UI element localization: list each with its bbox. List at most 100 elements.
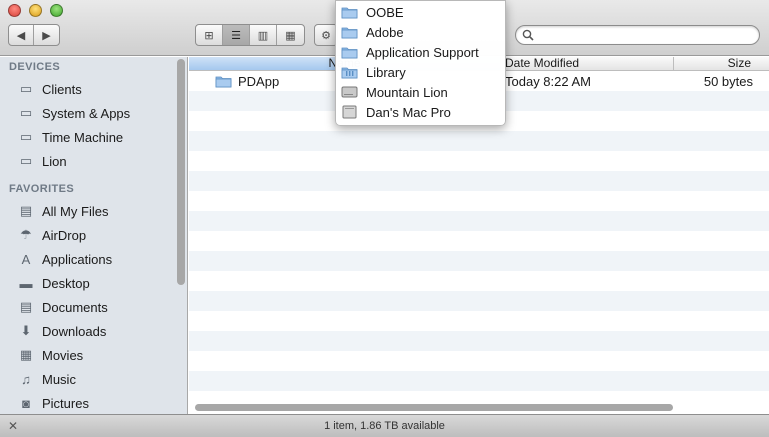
file-name: PDApp [238,73,280,89]
sidebar-item-applications[interactable]: A Applications [0,247,187,271]
folder-icon [215,76,232,88]
path-menu-item-label: Library [366,64,406,80]
sidebar-item-label: Documents [42,299,108,315]
back-arrow-icon: ◀ [16,29,26,42]
search-input[interactable] [538,28,748,42]
sidebar-item-all-my-files[interactable]: ▤ All My Files [0,199,187,223]
coverflow-view-button[interactable]: ▦ [277,25,304,45]
path-bar-toggle-icon[interactable]: ✕ [8,419,18,433]
minimize-window-button[interactable] [29,4,42,17]
desktop-icon: ▬ [19,275,33,291]
action-button[interactable]: ⚙ [315,25,337,45]
date-modified-column-header[interactable]: Date Modified [501,57,674,70]
sidebar-item-desktop[interactable]: ▬ Desktop [0,271,187,295]
sidebar-item-documents[interactable]: ▤ Documents [0,295,187,319]
close-window-button[interactable] [8,4,21,17]
library-folder-icon [341,67,358,79]
path-menu-item[interactable]: Library [336,62,505,82]
sidebar-item-system-apps[interactable]: ▭ System & Apps [0,101,187,125]
empty-row [189,271,769,291]
list-view-button[interactable]: ☰ [223,25,250,45]
downloads-icon: ⬇ [20,323,32,338]
search-field[interactable] [515,25,760,45]
sidebar-item-label: Movies [42,347,84,363]
path-popup-menu: OOBE Adobe Application Support Library Mount… [335,0,506,126]
folder-icon [341,47,358,59]
coverflow-view-icon: ▦ [285,29,296,42]
forward-arrow-icon: ▶ [42,29,51,42]
hdd-icon [341,86,358,98]
path-menu-item-label: Adobe [366,24,404,40]
sidebar-item-label: Clients [42,81,82,97]
sidebar-item-pictures[interactable]: ◙ Pictures [0,391,187,414]
movies-icon: ▦ [19,347,33,362]
path-menu-item[interactable]: OOBE [336,2,505,22]
size-cell: 50 bytes [703,73,753,89]
zoom-window-button[interactable] [50,4,63,17]
icon-view-icon: ⊞ [204,29,214,42]
horizontal-scrollbar[interactable] [195,404,673,411]
empty-row [189,291,769,311]
path-menu-item-label: OOBE [366,4,404,20]
sidebar-item-lion[interactable]: ▭ Lion [0,149,187,173]
empty-row [189,171,769,191]
devices-heading: DEVICES [9,61,61,73]
list-view-icon: ☰ [231,29,241,42]
sidebar-item-movies[interactable]: ▦ Movies [0,343,187,367]
empty-row [189,191,769,211]
icon-view-button[interactable]: ⊞ [196,25,223,45]
path-menu-item-label: Mountain Lion [366,84,448,100]
column-view-icon: ▥ [257,29,269,42]
sidebar-item-label: Pictures [42,395,89,411]
sidebar-item-airdrop[interactable]: ☂ AirDrop [0,223,187,247]
airdrop-icon: ☂ [20,227,32,242]
computer-icon [342,105,357,119]
sidebar-item-label: System & Apps [42,105,131,121]
status-text: 1 item, 1.86 TB available [324,420,445,432]
sidebar-item-label: Desktop [42,275,90,291]
date-modified-cell: Today 8:22 AM [505,73,591,89]
back-button[interactable]: ◀ [9,25,34,45]
empty-row [189,331,769,351]
empty-row [189,351,769,371]
folder-icon [341,27,358,39]
path-menu-item[interactable]: Mountain Lion [336,82,505,102]
sidebar-item-time-machine[interactable]: ▭ Time Machine [0,125,187,149]
pictures-icon: ◙ [22,395,30,411]
search-icon [522,29,534,41]
empty-row [189,371,769,391]
documents-icon: ▤ [19,299,33,314]
sidebar-item-label: Music [42,371,76,387]
path-menu-item[interactable]: Dan's Mac Pro [336,102,505,122]
window-controls [8,4,63,17]
empty-row [189,151,769,171]
size-column-header[interactable]: Size [674,57,769,70]
empty-row [189,311,769,331]
forward-button[interactable]: ▶ [34,25,59,45]
sidebar-item-clients[interactable]: ▭ Clients [0,77,187,101]
empty-row [189,211,769,231]
sidebar-scrollbar[interactable] [177,59,185,285]
sidebar: DEVICES ▭ Clients ▭ System & Apps ▭ Time Mach… [0,57,188,414]
status-bar: ✕ 1 item, 1.86 TB available [0,414,769,437]
hdd-icon: ▭ [19,153,33,168]
devices-list: ▭ Clients ▭ System & Apps ▭ Time Machine ▭ Lion [0,77,187,173]
path-menu-item-label: Application Support [366,44,479,60]
sidebar-item-downloads[interactable]: ⬇ Downloads [0,319,187,343]
empty-row [189,231,769,251]
view-mode-control: ⊞ ☰ ▥ ▦ [195,24,305,46]
back-forward-control: ◀ ▶ [8,24,60,46]
sidebar-item-music[interactable]: ♫ Music [0,367,187,391]
sidebar-item-label: AirDrop [42,227,87,243]
path-menu-item[interactable]: Application Support [336,42,505,62]
favorites-list: ▤ All My Files ☂ AirDrop A Applications ▬ Deskt… [0,199,187,414]
sidebar-item-label: Lion [42,153,67,169]
path-menu-item[interactable]: Adobe [336,22,505,42]
folder-icon [341,7,358,19]
hdd-icon: ▭ [19,105,33,120]
sidebar-item-label: Time Machine [42,129,124,145]
column-view-button[interactable]: ▥ [250,25,277,45]
music-icon: ♫ [21,371,31,387]
favorites-heading: FAVORITES [9,183,75,195]
hdd-icon: ▭ [19,129,33,144]
